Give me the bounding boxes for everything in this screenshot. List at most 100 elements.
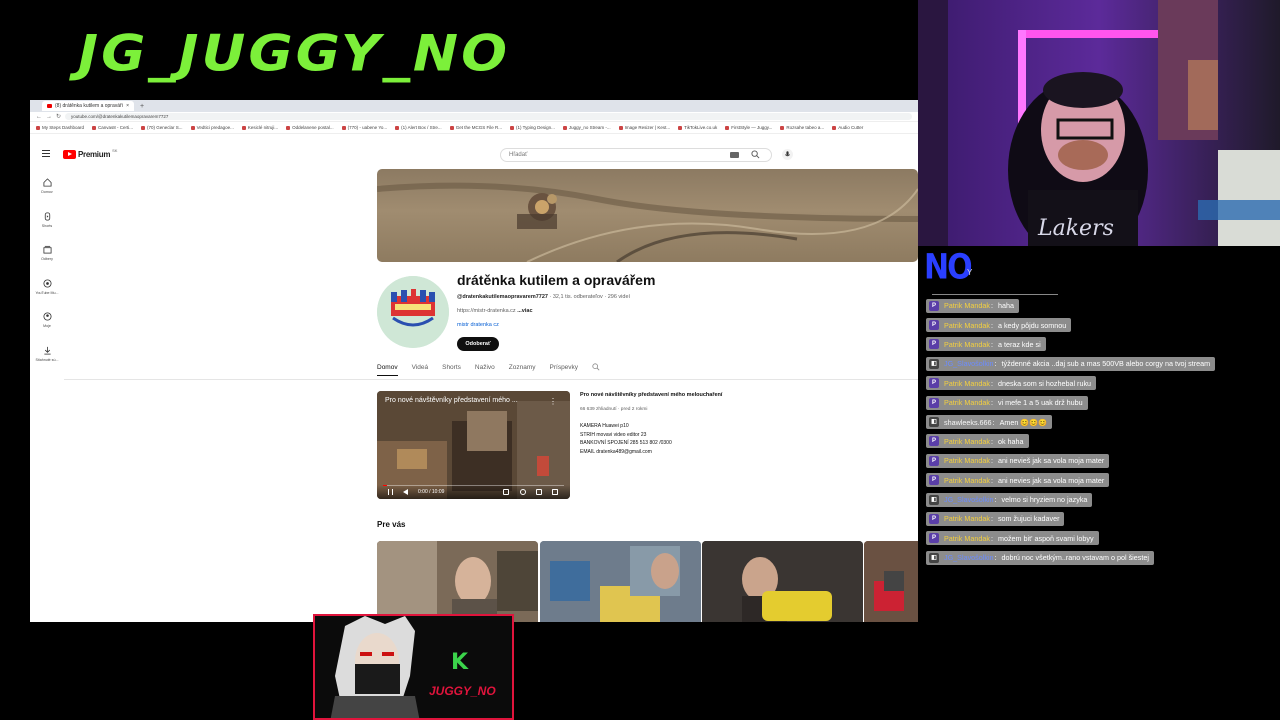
bookmark-item[interactable]: FirstStyle — Juggy... bbox=[725, 125, 772, 130]
user-badge-icon: P bbox=[929, 339, 939, 350]
chat-username[interactable]: Patrik Mandak bbox=[944, 476, 990, 485]
miniplayer-icon[interactable] bbox=[536, 489, 542, 495]
bookmark-item[interactable]: Rozsahe tabeo a... bbox=[780, 125, 824, 130]
separator: : bbox=[990, 436, 993, 446]
chat-text: dobrú noc všetkým..rano vstavam o pol ši… bbox=[1001, 553, 1149, 563]
bookmark-item[interactable]: (770) - uabene Yo... bbox=[341, 125, 387, 130]
url-input[interactable]: youtube.com/@dratenkakutilemaopravarem77… bbox=[65, 113, 912, 120]
separator: : bbox=[994, 553, 997, 563]
channel-website[interactable]: https://mistr-dratenka.cz bbox=[457, 308, 516, 314]
video-thumbnail[interactable] bbox=[377, 541, 538, 622]
bookmark-item[interactable]: Kesiclé nitruji... bbox=[241, 125, 279, 130]
chat-message: P Patrik Mandak: ok haha bbox=[926, 432, 1215, 451]
close-tab-icon[interactable]: × bbox=[126, 103, 129, 109]
new-tab-button[interactable]: + bbox=[140, 103, 144, 110]
bookmark-item[interactable]: Juggy_no Stream -... bbox=[562, 125, 611, 130]
chat-username[interactable]: Patrik Mandak bbox=[944, 340, 990, 349]
chat-username[interactable]: Patrik Mandak bbox=[944, 437, 990, 446]
chat-text: ani nevieš jak sa vola moja mater bbox=[997, 456, 1105, 466]
forward-icon[interactable]: → bbox=[46, 114, 52, 120]
chat-bubble: P Patrik Mandak: ani nevieš jak sa vola mo… bbox=[926, 453, 1110, 468]
user-badge-icon: ◧ bbox=[929, 417, 939, 428]
chat-message: P Patrik Mandak: vi mefe 1 a 5 uak drž hub… bbox=[926, 393, 1215, 412]
bookmark-item[interactable]: Oddelanene postal... bbox=[286, 125, 334, 130]
bookmark-item[interactable]: (1) Alert Box / Stre... bbox=[395, 125, 442, 130]
search-icon[interactable] bbox=[751, 150, 760, 159]
chat-username[interactable]: Patrik Mandak bbox=[944, 514, 990, 523]
chat-username[interactable]: JG_Slavošolkin bbox=[944, 495, 994, 504]
tab-shorts[interactable]: Shorts bbox=[442, 364, 461, 376]
bookmark-icon bbox=[395, 125, 400, 130]
bookmark-icon bbox=[725, 125, 730, 130]
bookmark-item[interactable]: Audio Cutter bbox=[832, 125, 863, 130]
chat-username[interactable]: Patrik Mandak bbox=[944, 379, 990, 388]
chat-username[interactable]: Patrik Mandak bbox=[944, 301, 990, 310]
sidebar-item-moje[interactable]: Moje bbox=[30, 312, 64, 346]
fullscreen-icon[interactable] bbox=[552, 489, 558, 495]
subtitles-icon[interactable] bbox=[503, 489, 509, 495]
chat-text: ani nevies jak sa vola moja mater bbox=[997, 475, 1105, 485]
volume-icon[interactable] bbox=[403, 489, 408, 495]
sidebar-item-youtube-mu-[interactable]: YouTube Mu... bbox=[30, 278, 64, 313]
pause-icon[interactable] bbox=[388, 489, 393, 495]
tab-videá[interactable]: Videá bbox=[412, 364, 429, 376]
chat-username[interactable]: shawleeks.666 bbox=[944, 418, 992, 427]
tab-zoznamy[interactable]: Zoznamy bbox=[509, 364, 536, 376]
video-thumbnail[interactable] bbox=[864, 541, 918, 622]
bookmark-item[interactable]: Vedtici predagoe... bbox=[190, 125, 234, 130]
featured-title[interactable]: Pro nové návštěvníky představení mého me… bbox=[580, 392, 722, 398]
channel-avatar[interactable] bbox=[377, 276, 449, 348]
bookmark-item[interactable]: (70) Geneclar S... bbox=[141, 125, 183, 130]
video-player[interactable]: Pro nové návštěvníky představení mého ..… bbox=[377, 391, 570, 499]
youtube-logo[interactable]: Premium SK bbox=[63, 148, 117, 159]
bookmark-item[interactable]: (1) Typing Design... bbox=[509, 125, 555, 130]
tab-naživo[interactable]: Naživo bbox=[475, 364, 495, 376]
bookmark-item[interactable]: My Steps Dashboard bbox=[36, 125, 84, 130]
channel-meta: @dratenkakutilemaopravarem7727 · 32,1 ti… bbox=[457, 294, 630, 300]
menu-icon[interactable] bbox=[42, 150, 50, 157]
video-thumbnail[interactable] bbox=[540, 541, 701, 622]
keyboard-icon[interactable] bbox=[730, 152, 739, 158]
youtube-header: Premium SK Hľadať bbox=[30, 144, 918, 166]
chat-message: ◧ shawleeks.666: Amen 😊😊😊 bbox=[926, 412, 1215, 431]
bookmark-item[interactable]: Canvas8 - Certi... bbox=[92, 125, 133, 130]
bookmark-label: Rozsahe tabeo a... bbox=[786, 125, 825, 130]
chat-text: vi mefe 1 a 5 uak drž hubu bbox=[997, 398, 1083, 408]
progress-bar[interactable] bbox=[383, 484, 564, 486]
chat-username[interactable]: Patrik Mandak bbox=[944, 456, 990, 465]
channel-link[interactable]: mistr dratenka cz bbox=[457, 322, 499, 328]
chat-message: P Patrik Mandak: možem bit' aspoň svami lo… bbox=[926, 529, 1215, 548]
bookmark-label: Juggy_no Stream -... bbox=[568, 125, 611, 130]
download-icon bbox=[43, 346, 51, 355]
bookmark-label: TikTokLive.co.uk bbox=[684, 125, 718, 130]
separator: : bbox=[992, 417, 995, 427]
chat-username[interactable]: Patrik Mandak bbox=[944, 534, 990, 543]
reload-icon[interactable]: ↻ bbox=[56, 113, 61, 120]
tab-príspevky[interactable]: Príspevky bbox=[550, 364, 579, 376]
subscribe-button[interactable]: Odoberať bbox=[457, 337, 499, 351]
more-icon[interactable]: ⋮ bbox=[549, 397, 557, 406]
sidebar-item-shorts[interactable]: Shorts bbox=[30, 211, 64, 246]
sidebar-item-domov[interactable]: Domov bbox=[30, 178, 64, 212]
user-badge-icon: ◧ bbox=[929, 552, 939, 563]
bookmark-item[interactable]: Image Resizer | Kest... bbox=[618, 125, 670, 130]
tab-domov[interactable]: Domov bbox=[377, 364, 398, 376]
chat-username[interactable]: Patrik Mandak bbox=[944, 321, 990, 330]
more-link[interactable]: ...viac bbox=[517, 308, 532, 314]
chat-username[interactable]: JG_Slavošolkin bbox=[944, 359, 994, 368]
chat-username[interactable]: JG_Slavošolkin bbox=[944, 553, 994, 562]
video-thumbnail[interactable] bbox=[702, 541, 863, 622]
sidebar-item-stiahnut-s-[interactable]: Stiahnuté sú... bbox=[30, 346, 64, 380]
bookmark-label: Kesiclé nitruji... bbox=[247, 125, 279, 130]
sidebar-item-odbery[interactable]: Odbery bbox=[30, 245, 64, 279]
channel-description[interactable]: https://mistr-dratenka.cz ...viac bbox=[457, 308, 533, 314]
bookmark-item[interactable]: Get the MCGS File R... bbox=[449, 125, 502, 130]
microphone-icon[interactable] bbox=[782, 149, 793, 160]
chat-username[interactable]: Patrik Mandak bbox=[944, 398, 990, 407]
settings-icon[interactable] bbox=[520, 489, 526, 495]
bookmark-item[interactable]: TikTokLive.co.uk bbox=[678, 125, 717, 130]
back-icon[interactable]: ← bbox=[36, 114, 42, 120]
browser-tab[interactable]: (8) drátěnka kutilem a opraváři × bbox=[42, 101, 134, 111]
channel-search-icon[interactable] bbox=[592, 363, 600, 371]
separator: : bbox=[994, 495, 997, 505]
